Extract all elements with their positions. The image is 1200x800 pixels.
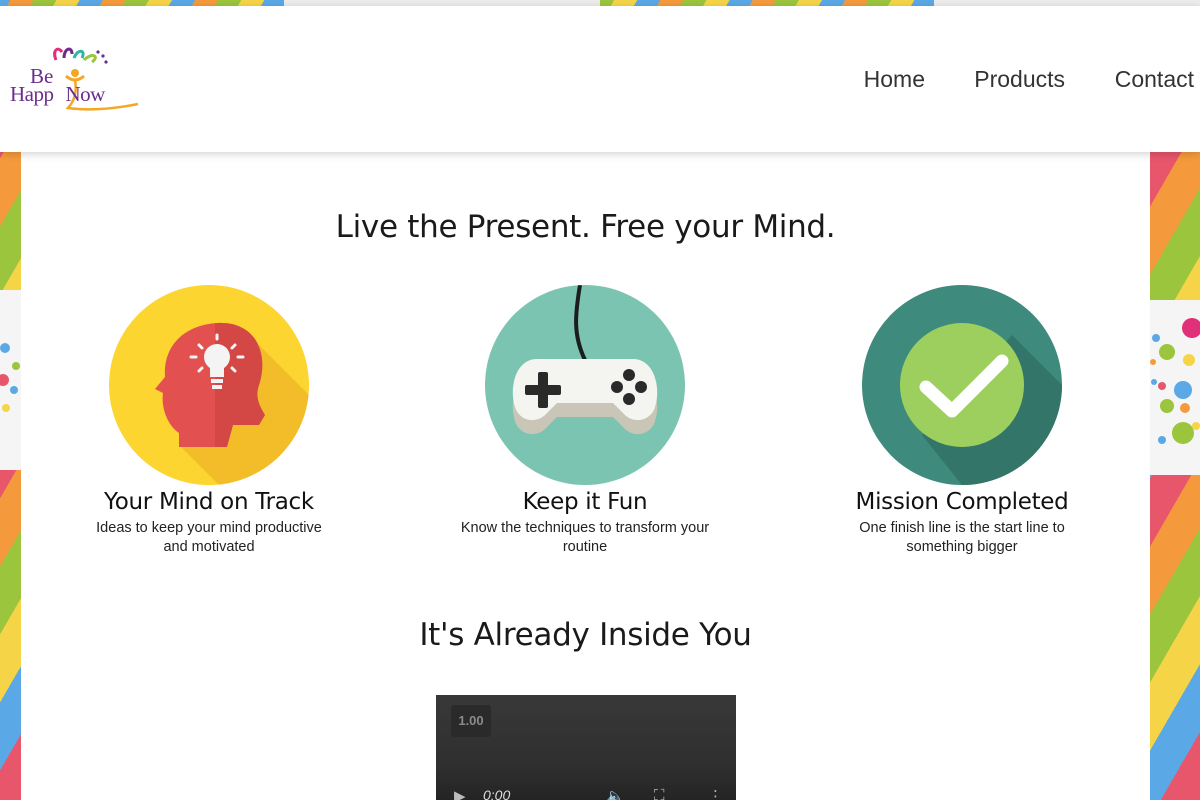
more-vert-icon[interactable]: ⋮ (708, 787, 723, 800)
feature-mind-on-track: Your Mind on Track Ideas to keep your mi… (59, 285, 359, 557)
feature-description: Know the techniques to transform your ro… (460, 520, 710, 555)
gamepad-icon (485, 285, 685, 485)
nav-products-link[interactable]: Products (974, 66, 1065, 93)
checkmark-icon (862, 285, 1062, 485)
video-player[interactable]: 1.00 ▶ 0:00 🔈 ⛶ ⋮ (436, 695, 736, 800)
right-dots-decoration (1150, 300, 1200, 475)
left-dots-decoration (0, 290, 21, 470)
video-time: 0:00 (483, 787, 511, 800)
head-lightbulb-icon (109, 285, 309, 485)
nav-home-link[interactable]: Home (864, 66, 925, 93)
play-icon[interactable]: ▶ (454, 787, 466, 800)
video-controls: ▶ 0:00 🔈 ⛶ ⋮ (436, 783, 736, 800)
logo-text-line2: Happ Now (10, 82, 105, 106)
feature-description: Ideas to keep your mind productive and m… (96, 520, 322, 555)
brand-logo[interactable]: Be Happ Now (8, 42, 148, 118)
main-content: Live the Present. Free your Mind. Your M… (21, 152, 1150, 800)
playback-speed-button[interactable]: 1.00 (451, 705, 491, 737)
feature-keep-it-fun: Keep it Fun Know the techniques to trans… (435, 285, 735, 557)
nav-contact-link[interactable]: Contact (1115, 66, 1194, 93)
fullscreen-icon[interactable]: ⛶ (654, 787, 665, 800)
site-header: Be Happ Now Home Products Contact (0, 6, 1200, 152)
feature-title: Keep it Fun (522, 489, 648, 515)
headline: Live the Present. Free your Mind. (335, 209, 836, 245)
feature-title: Your Mind on Track (104, 489, 314, 515)
feature-title: Mission Completed (855, 489, 1069, 515)
feature-description: One finish line is the start line to som… (859, 520, 1065, 555)
video-heading: It's Already Inside You (419, 617, 752, 653)
volume-icon[interactable]: 🔈 (606, 787, 625, 800)
feature-mission-completed: Mission Completed One finish line is the… (812, 285, 1112, 557)
